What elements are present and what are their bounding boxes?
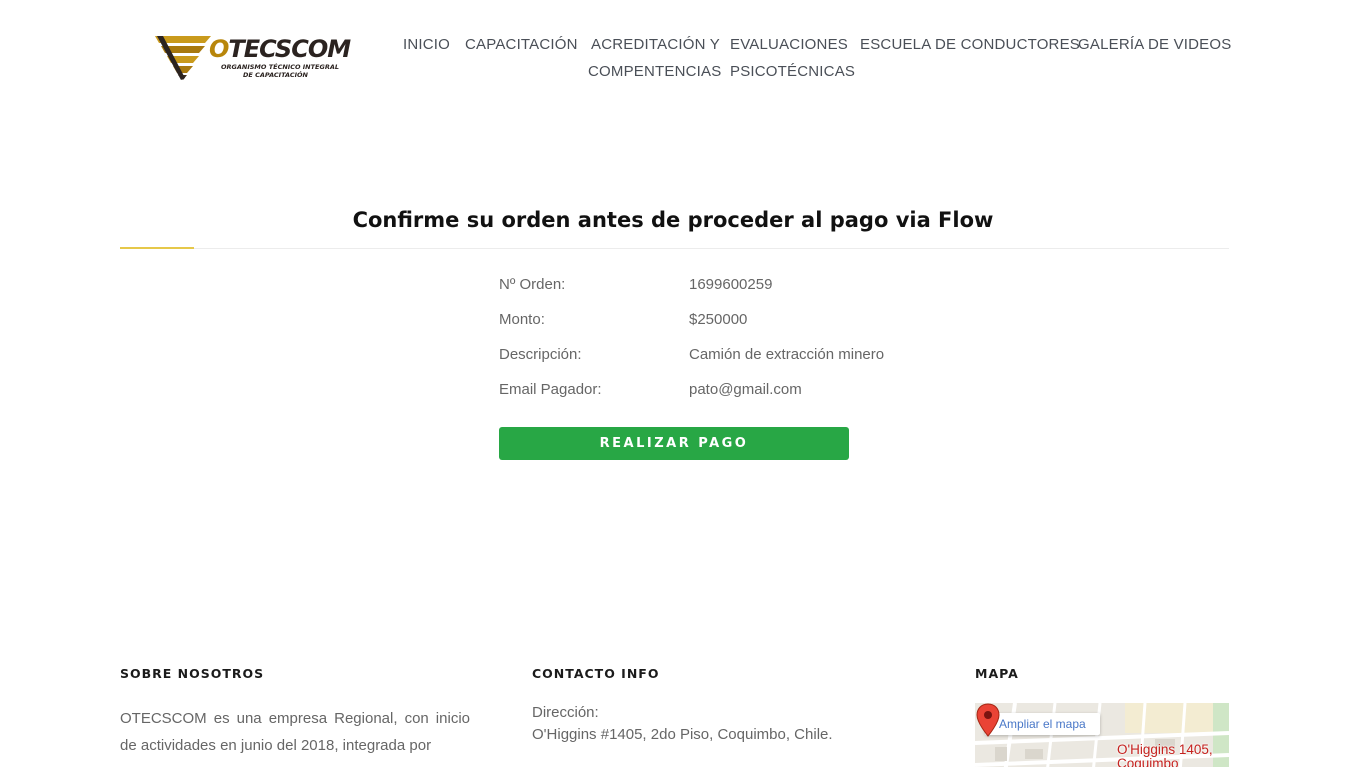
enlarge-map-link[interactable]: Ampliar el mapa xyxy=(985,713,1100,735)
logo-tagline: ORGANISMO TÉCNICO INTEGRAL xyxy=(221,63,339,71)
map-heading: MAPA xyxy=(975,666,1019,681)
logo-tagline-2: DE CAPACITACIÓN xyxy=(243,71,308,79)
amount-row: Monto: $250000 xyxy=(499,311,919,333)
payer-email-label: Email Pagador: xyxy=(499,381,602,398)
amount-label: Monto: xyxy=(499,311,545,328)
nav-capacitacion[interactable]: CAPACITACIÓN xyxy=(465,36,578,53)
order-number-label: Nº Orden: xyxy=(499,276,566,293)
site-logo[interactable]: OTECSCOM ORGANISMO TÉCNICO INTEGRAL DE C… xyxy=(155,32,351,84)
map-place-label: O'Higgins 1405, Coquimbo xyxy=(1117,742,1213,767)
logo-mark-icon xyxy=(155,36,211,80)
nav-escuela-conductores[interactable]: ESCUELA DE CONDUCTORES xyxy=(860,36,1080,53)
nav-evaluaciones-line2[interactable]: PSICOTÉCNICAS xyxy=(730,63,855,80)
order-number-value: 1699600259 xyxy=(689,276,773,293)
map-embed[interactable]: Ampliar el mapa O'Higgins 1405, Coquimbo xyxy=(975,703,1229,767)
description-label: Descripción: xyxy=(499,346,582,363)
nav-evaluaciones[interactable]: EVALUACIONES xyxy=(730,36,848,53)
title-divider xyxy=(120,248,1229,249)
amount-value: $250000 xyxy=(689,311,748,328)
nav-galeria-videos[interactable]: GALERÍA DE VIDEOS xyxy=(1078,36,1231,53)
about-text: OTECSCOM es una empresa Regional, con in… xyxy=(120,710,470,754)
nav-acreditacion-line2[interactable]: COMPENTENCIAS xyxy=(588,63,721,80)
payer-email-value: pato@gmail.com xyxy=(689,381,802,398)
payer-email-row: Email Pagador: pato@gmail.com xyxy=(499,381,919,403)
pay-button[interactable]: REALIZAR PAGO xyxy=(499,427,849,460)
logo-wordmark: OTECSCOM xyxy=(209,35,351,63)
description-row: Descripción: Camión de extracción minero xyxy=(499,346,919,368)
nav-acreditacion[interactable]: ACREDITACIÓN Y xyxy=(591,36,720,53)
title-accent-bar xyxy=(120,247,194,249)
page-title: Confirme su orden antes de proceder al p… xyxy=(352,208,994,232)
address-label: Dirección: xyxy=(532,704,599,721)
address-text: O'Higgins #1405, 2do Piso, Coquimbo, Chi… xyxy=(532,726,833,743)
order-number-row: Nº Orden: 1699600259 xyxy=(499,276,919,298)
about-heading: SOBRE NOSOTROS xyxy=(120,666,265,681)
contact-heading: CONTACTO INFO xyxy=(532,666,660,681)
description-value: Camión de extracción minero xyxy=(689,346,885,363)
map-pin-icon xyxy=(976,703,1000,737)
nav-inicio[interactable]: INICIO xyxy=(403,36,450,53)
